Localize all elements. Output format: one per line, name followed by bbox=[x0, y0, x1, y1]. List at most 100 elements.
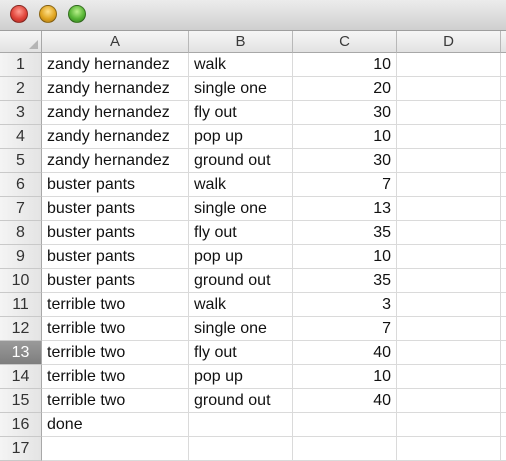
cell-b[interactable]: fly out bbox=[189, 101, 293, 125]
cell-d[interactable] bbox=[397, 221, 501, 245]
cell-d[interactable] bbox=[397, 269, 501, 293]
cell-b[interactable]: walk bbox=[189, 173, 293, 197]
cell-d[interactable] bbox=[397, 389, 501, 413]
row-header[interactable]: 15 bbox=[0, 389, 42, 413]
cell-d[interactable] bbox=[397, 317, 501, 341]
cell-e[interactable] bbox=[501, 173, 506, 197]
cell-d[interactable] bbox=[397, 125, 501, 149]
column-header-b[interactable]: B bbox=[189, 31, 293, 53]
cell-c[interactable]: 20 bbox=[293, 77, 397, 101]
cell-c[interactable]: 3 bbox=[293, 293, 397, 317]
column-header-c[interactable]: C bbox=[293, 31, 397, 53]
cell-c[interactable]: 10 bbox=[293, 245, 397, 269]
select-all-button[interactable] bbox=[0, 31, 42, 53]
cell-c[interactable]: 40 bbox=[293, 341, 397, 365]
cell-b[interactable] bbox=[189, 437, 293, 461]
cell-c[interactable]: 30 bbox=[293, 149, 397, 173]
cell-b[interactable] bbox=[189, 413, 293, 437]
cell-a[interactable]: zandy hernandez bbox=[42, 53, 189, 77]
cell-e[interactable] bbox=[501, 101, 506, 125]
cell-c[interactable] bbox=[293, 437, 397, 461]
cell-c[interactable]: 30 bbox=[293, 101, 397, 125]
cell-a[interactable]: terrible two bbox=[42, 317, 189, 341]
cell-a[interactable]: terrible two bbox=[42, 341, 189, 365]
cell-a[interactable]: terrible two bbox=[42, 389, 189, 413]
cell-e[interactable] bbox=[501, 53, 506, 77]
row-header[interactable]: 16 bbox=[0, 413, 42, 437]
cell-b[interactable]: single one bbox=[189, 77, 293, 101]
cell-d[interactable] bbox=[397, 437, 501, 461]
cell-d[interactable] bbox=[397, 365, 501, 389]
cell-a[interactable]: zandy hernandez bbox=[42, 101, 189, 125]
row-header[interactable]: 17 bbox=[0, 437, 42, 461]
cell-e[interactable] bbox=[501, 365, 506, 389]
row-header[interactable]: 14 bbox=[0, 365, 42, 389]
cell-c[interactable]: 10 bbox=[293, 365, 397, 389]
zoom-window-button[interactable] bbox=[68, 5, 86, 23]
cell-d[interactable] bbox=[397, 149, 501, 173]
row-header[interactable]: 12 bbox=[0, 317, 42, 341]
cell-e[interactable] bbox=[501, 245, 506, 269]
row-header[interactable]: 10 bbox=[0, 269, 42, 293]
cell-e[interactable] bbox=[501, 413, 506, 437]
cell-d[interactable] bbox=[397, 53, 501, 77]
cell-c[interactable]: 10 bbox=[293, 53, 397, 77]
cell-e[interactable] bbox=[501, 197, 506, 221]
cell-c[interactable]: 10 bbox=[293, 125, 397, 149]
row-header[interactable]: 1 bbox=[0, 53, 42, 77]
cell-c[interactable] bbox=[293, 413, 397, 437]
row-header[interactable]: 3 bbox=[0, 101, 42, 125]
cell-c[interactable]: 35 bbox=[293, 221, 397, 245]
row-header[interactable]: 8 bbox=[0, 221, 42, 245]
cell-c[interactable]: 7 bbox=[293, 173, 397, 197]
cell-d[interactable] bbox=[397, 413, 501, 437]
row-header[interactable]: 5 bbox=[0, 149, 42, 173]
cell-b[interactable]: walk bbox=[189, 53, 293, 77]
cell-b[interactable]: ground out bbox=[189, 149, 293, 173]
cell-a[interactable]: zandy hernandez bbox=[42, 149, 189, 173]
cell-d[interactable] bbox=[397, 101, 501, 125]
cell-a[interactable]: zandy hernandez bbox=[42, 77, 189, 101]
cell-e[interactable] bbox=[501, 269, 506, 293]
row-header[interactable]: 11 bbox=[0, 293, 42, 317]
cell-e[interactable] bbox=[501, 149, 506, 173]
cell-d[interactable] bbox=[397, 245, 501, 269]
cell-a[interactable]: done bbox=[42, 413, 189, 437]
cell-b[interactable]: single one bbox=[189, 197, 293, 221]
row-header[interactable]: 2 bbox=[0, 77, 42, 101]
cell-b[interactable]: walk bbox=[189, 293, 293, 317]
cell-d[interactable] bbox=[397, 293, 501, 317]
close-window-button[interactable] bbox=[10, 5, 28, 23]
cell-d[interactable] bbox=[397, 173, 501, 197]
cell-c[interactable]: 35 bbox=[293, 269, 397, 293]
cell-e[interactable] bbox=[501, 389, 506, 413]
minimize-window-button[interactable] bbox=[39, 5, 57, 23]
cell-b[interactable]: pop up bbox=[189, 125, 293, 149]
cell-a[interactable]: buster pants bbox=[42, 245, 189, 269]
row-header[interactable]: 7 bbox=[0, 197, 42, 221]
cell-e[interactable] bbox=[501, 341, 506, 365]
cell-b[interactable]: pop up bbox=[189, 245, 293, 269]
cell-c[interactable]: 13 bbox=[293, 197, 397, 221]
cell-b[interactable]: pop up bbox=[189, 365, 293, 389]
row-header[interactable]: 4 bbox=[0, 125, 42, 149]
cell-b[interactable]: single one bbox=[189, 317, 293, 341]
cell-a[interactable]: buster pants bbox=[42, 269, 189, 293]
column-header-d[interactable]: D bbox=[397, 31, 501, 53]
cell-a[interactable]: buster pants bbox=[42, 173, 189, 197]
column-header-a[interactable]: A bbox=[42, 31, 189, 53]
cell-e[interactable] bbox=[501, 77, 506, 101]
row-header[interactable]: 9 bbox=[0, 245, 42, 269]
cell-c[interactable]: 40 bbox=[293, 389, 397, 413]
cell-d[interactable] bbox=[397, 341, 501, 365]
cell-c[interactable]: 7 bbox=[293, 317, 397, 341]
column-header-e-partial[interactable] bbox=[501, 31, 506, 53]
cell-e[interactable] bbox=[501, 125, 506, 149]
cell-a[interactable]: terrible two bbox=[42, 365, 189, 389]
cell-e[interactable] bbox=[501, 317, 506, 341]
cell-b[interactable]: fly out bbox=[189, 221, 293, 245]
cell-e[interactable] bbox=[501, 437, 506, 461]
cell-b[interactable]: ground out bbox=[189, 389, 293, 413]
cell-a[interactable]: terrible two bbox=[42, 293, 189, 317]
cell-b[interactable]: ground out bbox=[189, 269, 293, 293]
